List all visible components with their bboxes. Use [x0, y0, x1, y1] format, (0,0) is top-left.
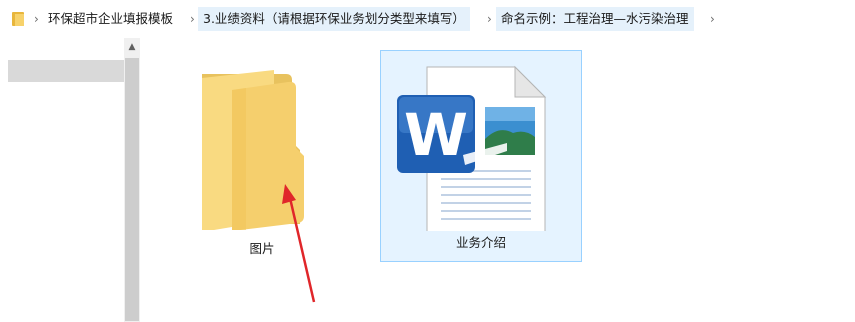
navigation-pane[interactable]: [0, 38, 124, 322]
scroll-up-icon[interactable]: ▲: [124, 38, 140, 56]
file-name: 图片: [249, 241, 275, 256]
chevron-right-icon[interactable]: ›: [710, 11, 715, 27]
chevron-right-icon[interactable]: ›: [190, 11, 195, 27]
word-document-icon: W: [397, 65, 547, 231]
chevron-right-icon[interactable]: ›: [34, 11, 39, 27]
address-bar[interactable]: › 环保超市企业填报模板 › 3.业绩资料（请根据环保业务划分类型来填写） › …: [0, 0, 855, 39]
chevron-right-icon[interactable]: ›: [487, 11, 492, 27]
nav-scrollbar[interactable]: ▲: [124, 38, 140, 322]
breadcrumb-item-performance[interactable]: 3.业绩资料（请根据环保业务划分类型来填写）: [198, 7, 470, 31]
folder-icon: [12, 12, 26, 26]
breadcrumb-item-template[interactable]: 环保超市企业填报模板: [43, 7, 178, 31]
svg-text:W: W: [404, 101, 468, 169]
file-name: 业务介绍: [455, 235, 506, 250]
nav-selected-item[interactable]: [8, 60, 124, 82]
file-item-document[interactable]: W 业务介绍: [380, 50, 582, 262]
file-list[interactable]: 图片 W 业务介绍: [140, 38, 855, 322]
folder-icon: [202, 70, 304, 232]
breadcrumb-item-naming-example[interactable]: 命名示例：工程治理—水污染治理: [496, 7, 694, 31]
file-item-folder[interactable]: 图片: [188, 60, 336, 260]
scroll-thumb[interactable]: [125, 58, 139, 321]
